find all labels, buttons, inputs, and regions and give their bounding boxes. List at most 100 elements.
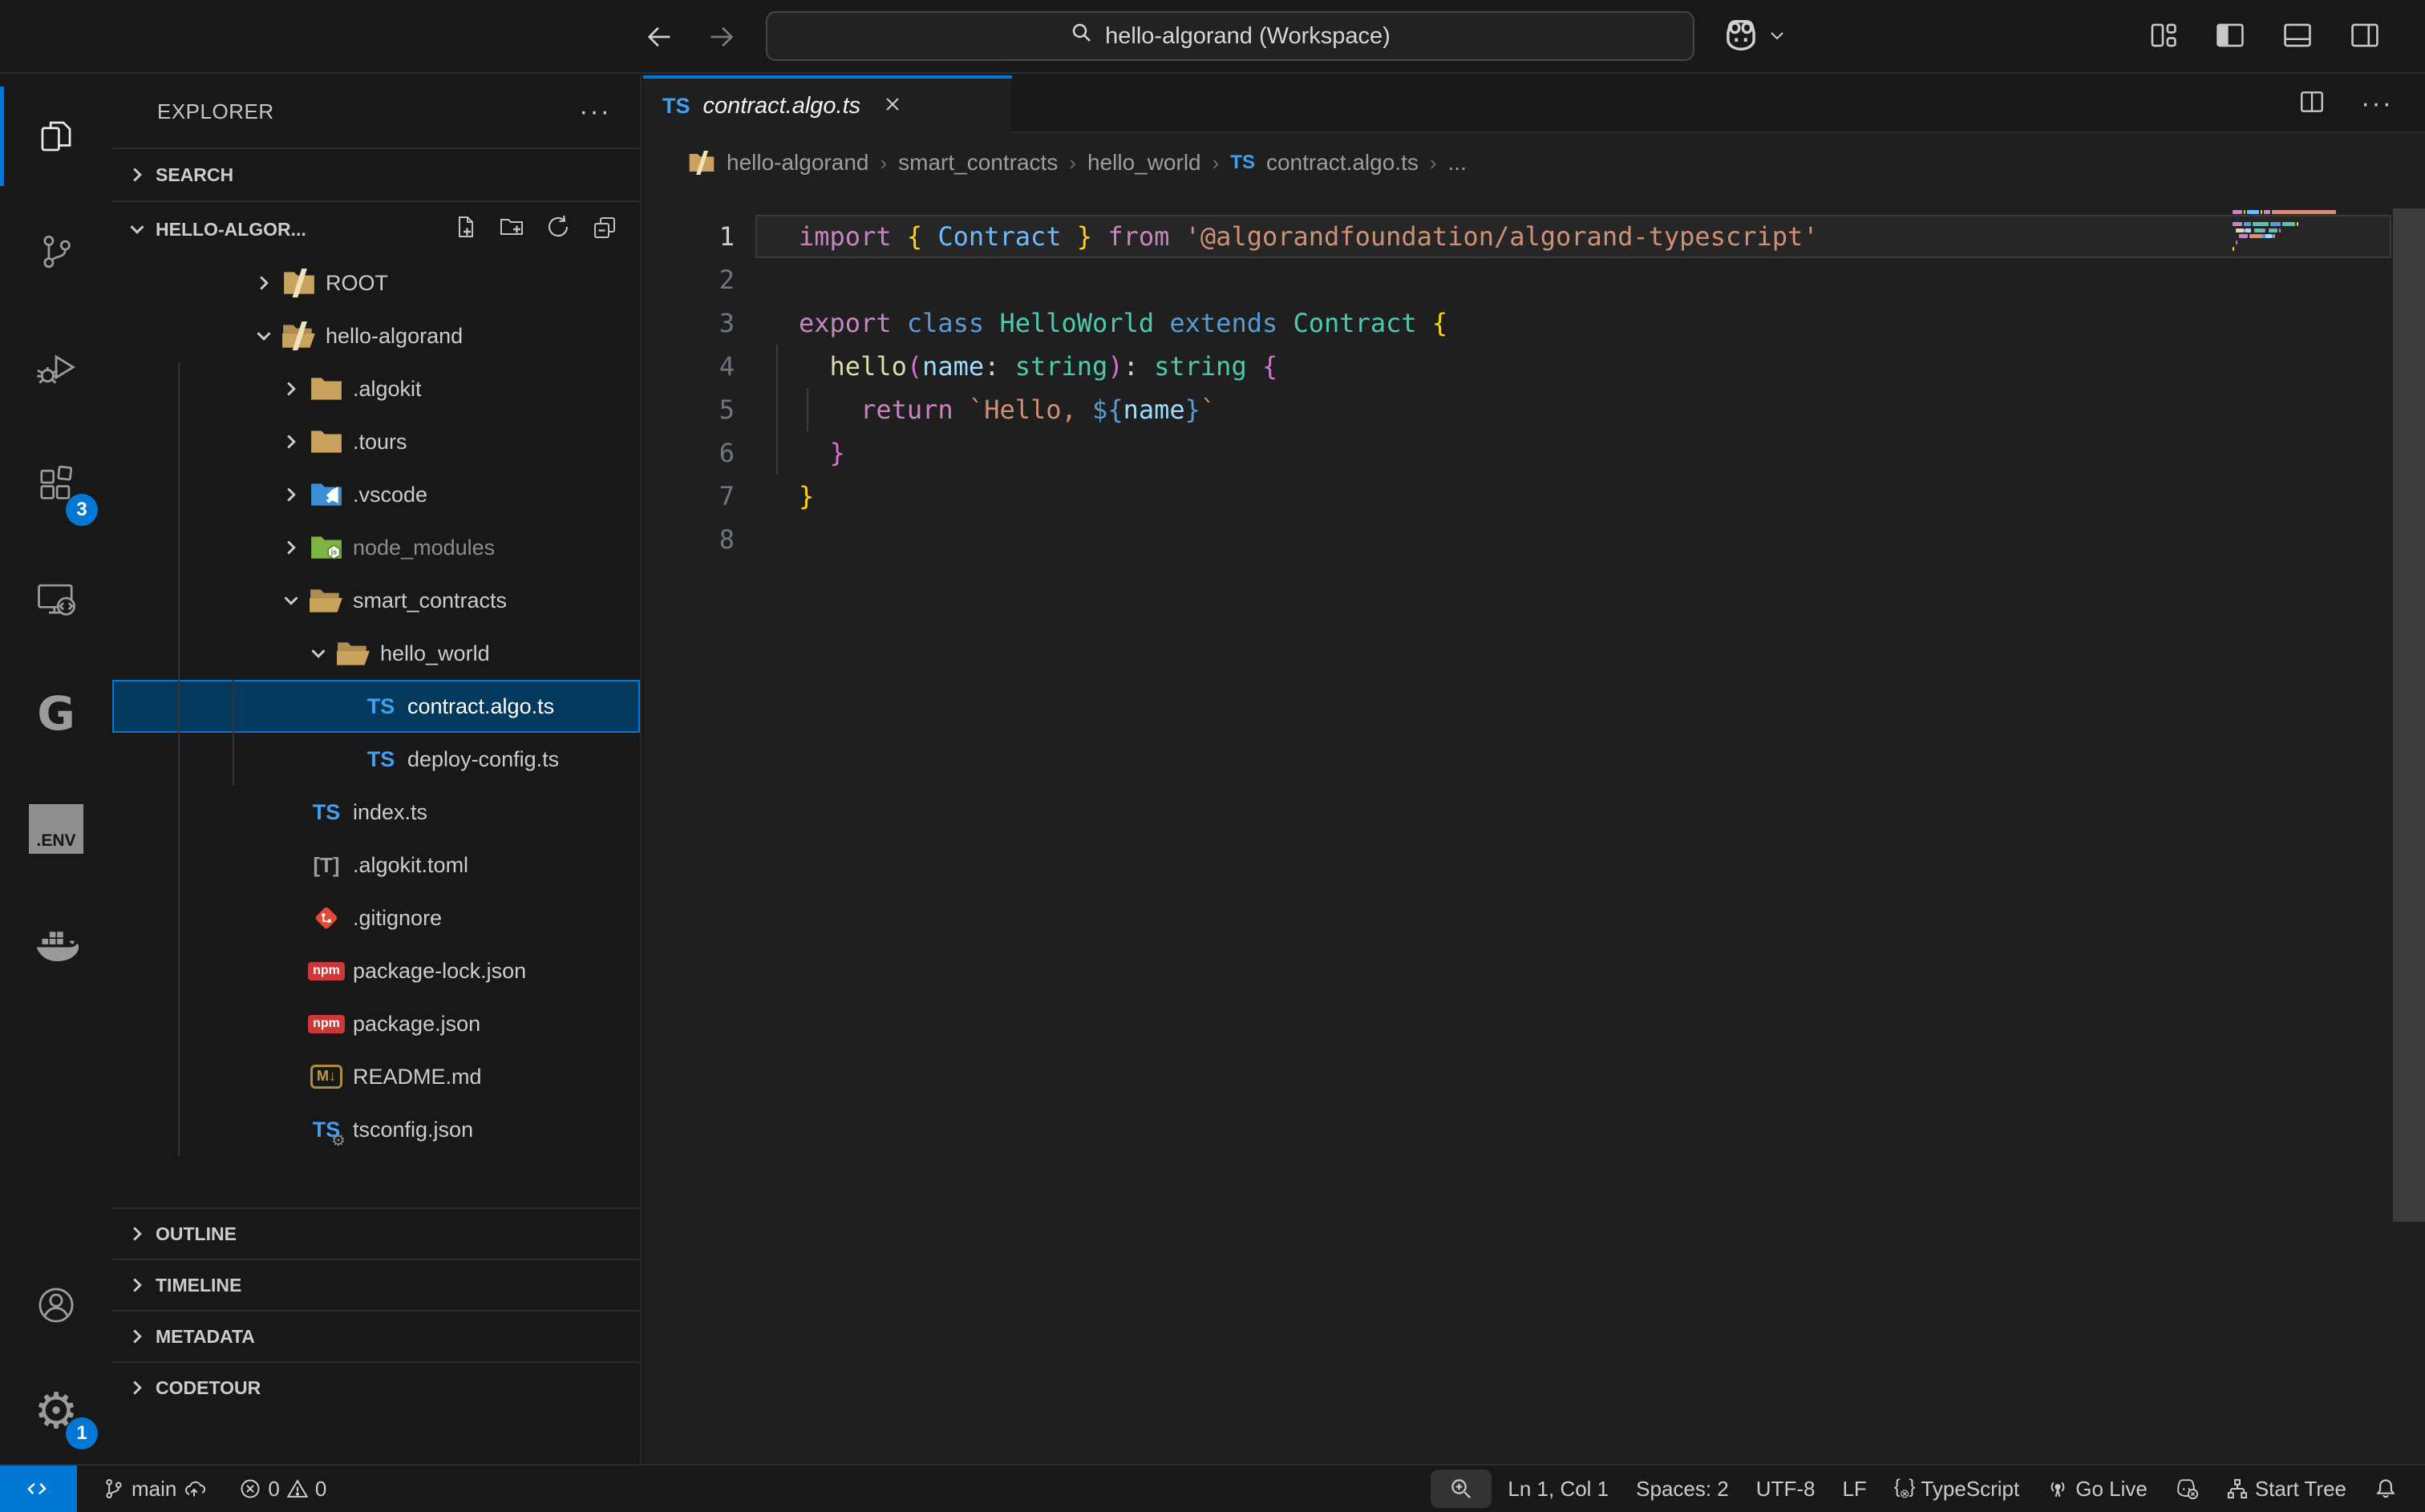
- command-center-search[interactable]: hello-algorand (Workspace): [766, 11, 1694, 61]
- zoom-status[interactable]: [1431, 1470, 1492, 1508]
- tree-item-index-ts[interactable]: TSindex.ts: [112, 786, 640, 839]
- tree-item-readme-md[interactable]: M↓README.md: [112, 1050, 640, 1103]
- new-folder-icon[interactable]: [499, 214, 524, 245]
- tab-bar: TS contract.algo.ts ···: [643, 75, 2425, 133]
- breadcrumb-item[interactable]: hello-algorand: [727, 150, 868, 176]
- code-line-8[interactable]: 8: [643, 518, 2377, 561]
- extensions-badge: 3: [66, 494, 98, 526]
- branch-icon: [103, 1478, 125, 1500]
- tree-item-node-modules[interactable]: jsnode_modules: [112, 521, 640, 574]
- copilot-icon[interactable]: [1723, 19, 1759, 55]
- tree-item-hello-world[interactable]: hello_world: [112, 627, 640, 680]
- node-modules-folder-icon: js: [310, 533, 343, 562]
- toggle-panel-icon[interactable]: [2282, 20, 2313, 55]
- section-codetour[interactable]: CODETOUR: [112, 1361, 640, 1413]
- code-line-6[interactable]: 6 }: [643, 431, 2377, 475]
- run-debug-view-icon[interactable]: [0, 309, 112, 425]
- tree-item-deploy-config-ts[interactable]: TSdeploy-config.ts: [112, 733, 640, 786]
- eol-status[interactable]: LF: [1831, 1466, 1877, 1512]
- folder-icon: [688, 151, 715, 175]
- toml-file-icon: [T]: [313, 853, 339, 878]
- section-search[interactable]: SEARCH: [112, 148, 640, 200]
- g-extension-icon[interactable]: G: [0, 656, 112, 771]
- tree-item-algokit[interactable]: .algokit: [112, 362, 640, 415]
- extensions-view-icon[interactable]: 3: [0, 425, 112, 540]
- tab-contract-algo-ts[interactable]: TS contract.algo.ts: [643, 75, 1012, 133]
- close-tab-icon[interactable]: [881, 93, 904, 119]
- refresh-icon[interactable]: [545, 214, 571, 245]
- zoom-in-icon: [1449, 1477, 1473, 1501]
- encoding-status[interactable]: UTF-8: [1745, 1466, 1827, 1512]
- chevron-right-icon: [125, 1222, 149, 1246]
- code-line-3[interactable]: 3export class HelloWorld extends Contrac…: [643, 301, 2377, 345]
- navigate-forward-icon[interactable]: [704, 19, 739, 55]
- go-live-status[interactable]: Go Live: [2035, 1466, 2159, 1512]
- cursor-position-status[interactable]: Ln 1, Col 1: [1496, 1466, 1620, 1512]
- section-outline[interactable]: OUTLINE: [112, 1207, 640, 1259]
- chevron-right-icon: [125, 163, 149, 187]
- code-editor[interactable]: 1import { Contract } from '@algorandfoun…: [643, 192, 2425, 1464]
- error-icon: [239, 1478, 261, 1500]
- chevron-right-icon: [279, 536, 303, 560]
- typescript-file-icon: TS: [313, 800, 341, 825]
- section-timeline[interactable]: TIMELINE: [112, 1259, 640, 1310]
- remote-indicator[interactable]: [0, 1466, 77, 1512]
- toggle-secondary-sidebar-icon[interactable]: [2350, 20, 2380, 55]
- dotenv-view-icon[interactable]: .ENV: [0, 771, 112, 887]
- line-number: 5: [643, 388, 735, 431]
- indentation-status[interactable]: Spaces: 2: [1625, 1466, 1740, 1512]
- settings-gear-icon[interactable]: ⚙ 1: [0, 1358, 112, 1464]
- tree-item-vscode[interactable]: .vscode: [112, 468, 640, 521]
- collapse-folders-icon[interactable]: [592, 214, 617, 245]
- breadcrumb-item[interactable]: contract.algo.ts: [1266, 150, 1419, 176]
- minimap[interactable]: [2233, 210, 2345, 259]
- tree-item-algokit-toml[interactable]: [T].algokit.toml: [112, 839, 640, 891]
- split-editor-icon[interactable]: [2298, 88, 2326, 119]
- new-file-icon[interactable]: [452, 214, 478, 245]
- toggle-primary-sidebar-icon[interactable]: [2215, 20, 2245, 55]
- breadcrumb-item[interactable]: hello_world: [1087, 150, 1201, 176]
- tree-item-contract-algo-ts[interactable]: TScontract.algo.ts: [112, 680, 640, 733]
- git-branch-status[interactable]: main: [91, 1466, 217, 1512]
- tree-item-hello-algorand[interactable]: hello-algorand: [112, 309, 640, 362]
- tree-item-tsconfig-json[interactable]: TS⚙tsconfig.json: [112, 1103, 640, 1156]
- bracket-guide: [776, 345, 778, 475]
- chevron-down-icon[interactable]: [1767, 26, 1787, 49]
- docker-view-icon[interactable]: [0, 887, 112, 1002]
- editor-more-actions-icon[interactable]: ···: [2361, 88, 2393, 119]
- chevron-down-icon: [306, 641, 330, 665]
- explorer-view-icon[interactable]: [0, 79, 112, 194]
- navigate-back-icon[interactable]: [642, 19, 677, 55]
- tree-item-root[interactable]: ROOT: [112, 257, 640, 309]
- breadcrumb: hello-algorand› smart_contracts› hello_w…: [643, 133, 2425, 192]
- editor-scrollbar[interactable]: [2393, 208, 2425, 1222]
- tree-item-tours[interactable]: .tours: [112, 415, 640, 468]
- remote-explorer-view-icon[interactable]: [0, 540, 112, 656]
- language-status[interactable]: {⊗} TypeScript: [1883, 1466, 2030, 1512]
- explorer-more-actions-icon[interactable]: ···: [579, 96, 611, 127]
- notifications-bell-icon[interactable]: [2362, 1466, 2409, 1512]
- source-control-view-icon[interactable]: [0, 194, 112, 309]
- settings-badge: 1: [66, 1417, 98, 1449]
- start-tree-status[interactable]: Start Tree: [2215, 1466, 2358, 1512]
- breadcrumb-item[interactable]: smart_contracts: [898, 150, 1058, 176]
- customize-layout-icon[interactable]: [2148, 20, 2178, 55]
- line-number: 6: [643, 431, 735, 475]
- tree-item-gitignore[interactable]: .gitignore: [112, 891, 640, 944]
- tree-item-package-json[interactable]: npmpackage.json: [112, 997, 640, 1050]
- code-line-5[interactable]: 5 return `Hello, ${name}`: [643, 388, 2377, 431]
- folder-icon: [310, 374, 343, 403]
- section-workspace[interactable]: HELLO-ALGOR...: [112, 200, 640, 257]
- code-line-2[interactable]: 2: [643, 258, 2377, 301]
- tree-item-smart-contracts[interactable]: smart_contracts: [112, 574, 640, 627]
- breadcrumb-item-symbols[interactable]: ...: [1448, 150, 1467, 176]
- copilot-status[interactable]: [2164, 1466, 2210, 1512]
- copilot-disabled-icon: [2175, 1477, 2199, 1501]
- code-line-4[interactable]: 4 hello(name: string): string {: [643, 345, 2377, 388]
- tree-item-package-lock-json[interactable]: npmpackage-lock.json: [112, 944, 640, 997]
- problems-status[interactable]: 0 0: [228, 1466, 338, 1512]
- code-line-1[interactable]: 1import { Contract } from '@algorandfoun…: [643, 215, 2377, 258]
- accounts-icon[interactable]: [0, 1252, 112, 1358]
- section-metadata[interactable]: METADATA: [112, 1310, 640, 1361]
- code-line-7[interactable]: 7}: [643, 475, 2377, 518]
